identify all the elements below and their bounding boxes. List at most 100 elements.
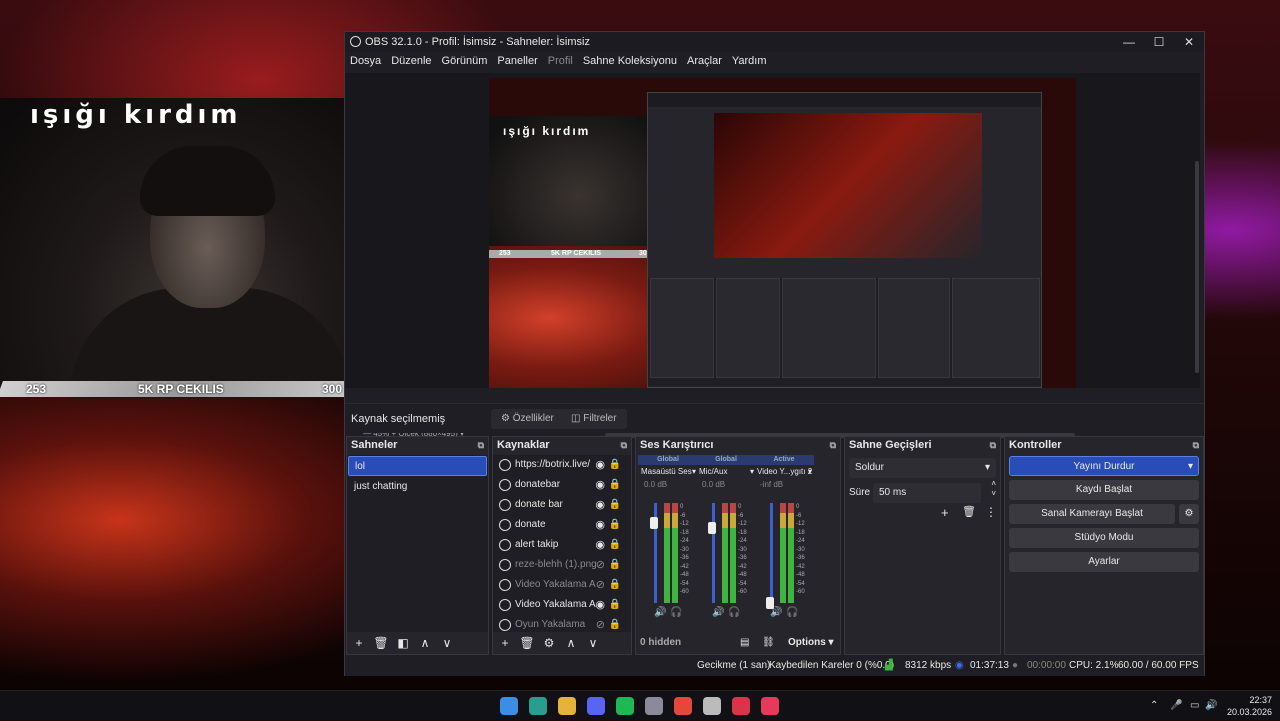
eye-icon[interactable]: ◉	[595, 535, 605, 555]
add-source-icon[interactable]: +	[495, 632, 515, 654]
taskbar-app-icon[interactable]	[674, 697, 692, 715]
undock-icon[interactable]: ⧉	[478, 437, 484, 454]
taskbar-app-icon[interactable]	[529, 697, 547, 715]
eye-icon[interactable]: ◉	[595, 595, 605, 615]
undock-icon[interactable]: ⧉	[1193, 437, 1199, 454]
transition-menu-icon[interactable]: ⋮	[985, 505, 997, 519]
volume-slider-knob[interactable]	[708, 522, 716, 534]
taskbar-app-icon[interactable]	[587, 697, 605, 715]
remove-scene-icon[interactable]: 🗑	[371, 632, 391, 654]
eye-icon[interactable]: ◉	[595, 495, 605, 515]
eye-hidden-icon[interactable]: ⊘	[596, 575, 605, 595]
headphones-icon[interactable]: 🎧	[728, 607, 740, 618]
remove-source-icon[interactable]: 🗑	[517, 632, 537, 654]
headphones-icon[interactable]: 🎧	[670, 607, 682, 618]
taskbar-app-icon[interactable]	[500, 697, 518, 715]
menu-docks[interactable]: Paneller	[492, 52, 542, 70]
speaker-icon[interactable]: 🔊	[654, 607, 666, 618]
properties-button[interactable]: ⚙ Özellikler	[491, 409, 564, 429]
lock-icon[interactable]: 🔒	[609, 455, 621, 475]
menu-edit[interactable]: Düzenle	[386, 52, 436, 70]
mixer-link-icon[interactable]: ⛓	[762, 632, 775, 654]
menu-scene-collection[interactable]: Sahne Koleksiyonu	[578, 52, 682, 70]
stop-stream-button[interactable]: Yayını Durdur ▾	[1009, 456, 1199, 476]
mixer-options-button[interactable]: Options ▾	[788, 632, 834, 654]
headphones-icon[interactable]: 🎧	[786, 607, 798, 618]
chevron-up-icon[interactable]: ⌃	[1150, 691, 1158, 721]
preview-vertical-scrollbar[interactable]	[1195, 161, 1199, 373]
lock-icon[interactable]: 🔒	[609, 495, 621, 515]
lock-icon[interactable]: 🔒	[609, 575, 621, 595]
preview-canvas[interactable]: ışığı kırdım 253 5K RP CEKILIS 300	[489, 78, 1076, 388]
source-settings-icon[interactable]: ⚙	[539, 632, 559, 654]
move-up-icon[interactable]: ∧	[561, 632, 581, 654]
source-item[interactable]: donatebar ◉ 🔒	[493, 475, 631, 495]
move-up-icon[interactable]: ∧	[415, 632, 435, 654]
volume-slider-knob[interactable]	[650, 517, 658, 529]
hidden-count[interactable]: 0 hidden	[640, 637, 681, 648]
scene-filters-icon[interactable]: ◧	[393, 632, 413, 654]
menu-help[interactable]: Yardım	[727, 52, 772, 70]
add-scene-icon[interactable]: +	[349, 632, 369, 654]
menu-tools[interactable]: Araçlar	[682, 52, 727, 70]
source-item[interactable]: donate ◉ 🔒	[493, 515, 631, 535]
taskbar-app-icon[interactable]	[761, 697, 779, 715]
undock-icon[interactable]: ⧉	[990, 437, 996, 454]
lock-icon[interactable]: 🔒	[609, 595, 621, 615]
microphone-icon[interactable]: 🎤	[1170, 691, 1182, 721]
preview-area[interactable]: ışığı kırdım 253 5K RP CEKILIS 300 — 45%…	[345, 73, 1200, 438]
taskbar-app-icon[interactable]	[645, 697, 663, 715]
system-clock[interactable]: 22:37 20.03.2026	[1227, 694, 1272, 718]
start-record-button[interactable]: Kaydı Başlat	[1009, 480, 1199, 500]
taskbar-app-icon[interactable]	[616, 697, 634, 715]
settings-button[interactable]: Ayarlar	[1009, 552, 1199, 572]
minimize-button[interactable]: —	[1114, 32, 1144, 52]
chevron-down-icon[interactable]: ▾	[1188, 457, 1193, 477]
channel-name[interactable]: Masaüstü Ses ▾	[638, 465, 698, 479]
source-item[interactable]: Video Yakalama A ⊘ 🔒	[493, 575, 631, 595]
eye-hidden-icon[interactable]: ⊘	[596, 555, 605, 575]
source-item[interactable]: reze-blehh (1).png ⊘ 🔒	[493, 555, 631, 575]
source-item[interactable]: alert takip ◉ 🔒	[493, 535, 631, 555]
studio-mode-button[interactable]: Stüdyo Modu	[1009, 528, 1199, 548]
lock-icon[interactable]: 🔒	[609, 535, 621, 555]
undock-icon[interactable]: ⧉	[830, 437, 836, 454]
taskbar-app-icon[interactable]	[732, 697, 750, 715]
filters-button[interactable]: ◫ Filtreler	[561, 409, 627, 429]
channel-name[interactable]: Video Y...ygıtı 2 ▾	[754, 465, 814, 479]
lock-icon[interactable]: 🔒	[609, 475, 621, 495]
duration-input[interactable]: 50 ms	[873, 483, 981, 503]
volume-slider-track[interactable]	[712, 503, 715, 603]
add-transition-icon[interactable]: +	[941, 505, 949, 520]
source-item[interactable]: https://botrix.live/ ◉ 🔒	[493, 455, 631, 475]
speaker-icon[interactable]: 🔊	[712, 607, 724, 618]
taskbar-app-icon[interactable]	[703, 697, 721, 715]
speaker-icon[interactable]: 🔊	[1205, 691, 1217, 721]
lock-icon[interactable]: 🔒	[609, 555, 621, 575]
maximize-button[interactable]: ☐	[1144, 32, 1174, 52]
scene-item[interactable]: just chatting	[348, 477, 487, 497]
monitor-icon[interactable]: ▭	[1190, 691, 1199, 721]
transition-select[interactable]: Soldur ▾	[849, 458, 996, 478]
eye-icon[interactable]: ◉	[595, 475, 605, 495]
virtual-cam-button[interactable]: Sanal Kamerayı Başlat	[1009, 504, 1175, 524]
channel-name[interactable]: Mic/Aux ▾	[696, 465, 756, 479]
taskbar-app-icon[interactable]	[558, 697, 576, 715]
source-item[interactable]: Video Yakalama A ◉ 🔒	[493, 595, 631, 615]
scene-item[interactable]: lol	[348, 456, 487, 476]
eye-icon[interactable]: ◉	[595, 455, 605, 475]
lock-icon[interactable]: 🔒	[609, 515, 621, 535]
virtual-cam-settings-icon[interactable]: ⚙	[1179, 504, 1199, 524]
menu-file[interactable]: Dosya	[345, 52, 386, 70]
duration-stepper[interactable]: ˄ ˅	[991, 479, 996, 499]
menu-view[interactable]: Görünüm	[437, 52, 493, 70]
speaker-icon[interactable]: 🔊	[770, 607, 782, 618]
undock-icon[interactable]: ⧉	[621, 437, 627, 454]
remove-transition-icon[interactable]: 🗑	[962, 505, 976, 518]
move-down-icon[interactable]: ∨	[437, 632, 457, 654]
move-down-icon[interactable]: ∨	[583, 632, 603, 654]
close-button[interactable]: ✕	[1174, 32, 1204, 52]
mixer-layout-icon[interactable]: ▤	[740, 632, 749, 654]
volume-slider-track[interactable]	[770, 503, 773, 603]
eye-icon[interactable]: ◉	[595, 515, 605, 535]
